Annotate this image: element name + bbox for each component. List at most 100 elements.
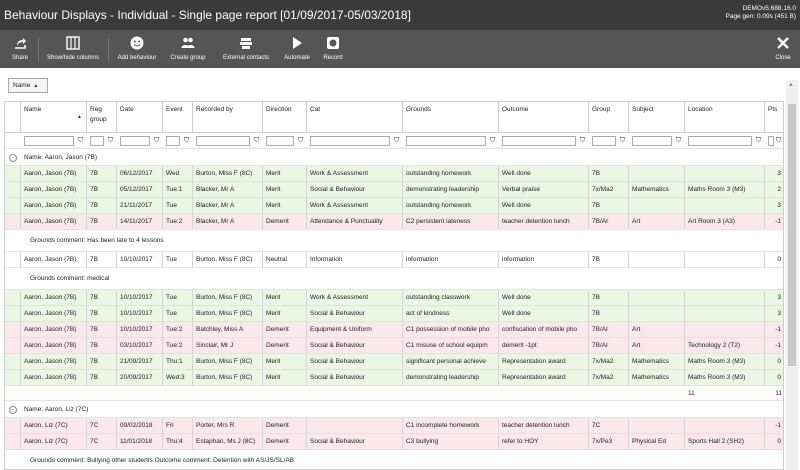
cell-grounds: C1 misuse of school equipm — [403, 338, 499, 354]
version-info: DEMOv5.688.16.0 Page gen: 0.09s (451 B) — [726, 5, 796, 21]
filter-icon[interactable]: ⛉ — [488, 136, 497, 146]
cell-direction: Merit — [263, 166, 307, 182]
row-select-cell[interactable] — [5, 322, 21, 338]
scrollbar-thumb[interactable] — [788, 104, 796, 366]
cell-grounds: act of kindness — [403, 306, 499, 322]
row-select-cell[interactable] — [5, 252, 21, 268]
filter-input-cat[interactable] — [310, 136, 390, 146]
column-header-reg-group[interactable]: Reg group — [87, 102, 117, 132]
filter-icon[interactable]: ⛉ — [152, 136, 161, 146]
filter-input-reg-group[interactable] — [90, 136, 104, 146]
external-contacts-button[interactable]: External contacts — [218, 35, 274, 65]
column-header-location[interactable]: Location — [685, 102, 765, 132]
column-header-grounds[interactable]: Grounds — [403, 102, 499, 132]
table-row[interactable]: Aaron, Jason (7B) 7B 10/10/2017 Tue:2 Batchl… — [5, 322, 783, 338]
filter-icon[interactable]: ⛉ — [76, 136, 85, 146]
cell-cat: Social & Behaviour — [307, 370, 403, 386]
row-select-cell[interactable] — [5, 214, 21, 230]
table-row[interactable]: Aaron, Jason (7B) 7B 06/12/2017 Wed Burton, … — [5, 166, 783, 182]
column-header-direction[interactable]: Direction — [263, 102, 307, 132]
cell-reg-group: 7B — [87, 252, 117, 268]
group-by-chip[interactable]: Name ▲ — [8, 78, 48, 93]
column-header-cat[interactable]: Cat — [307, 102, 403, 132]
filter-icon[interactable]: ⛉ — [182, 136, 191, 146]
table-row[interactable]: Aaron, Jason (7B) 7B 21/09/2017 Thu:1 Burton… — [5, 354, 783, 370]
column-header-date[interactable]: Date — [117, 102, 163, 132]
show-hide-columns-button[interactable]: Show/hide columns — [44, 35, 102, 65]
collapse-icon[interactable]: − — [9, 154, 17, 162]
row-select-cell[interactable] — [5, 370, 21, 386]
row-select-cell[interactable] — [5, 418, 21, 434]
cell-date: 11/01/2018 — [117, 434, 163, 450]
cell-event: Wed — [163, 166, 193, 182]
filter-input-outcome[interactable] — [502, 136, 576, 146]
add-behaviour-button[interactable]: Add behaviour — [114, 35, 160, 65]
version-text: DEMOv5.688.16.0 — [742, 5, 796, 12]
automate-button[interactable]: Automate — [281, 35, 313, 65]
cell-cat: Work & Assessment — [307, 290, 403, 306]
table-row[interactable]: Aaron, Jason (7B) 7B 10/10/2017 Tue Burton, … — [5, 306, 783, 322]
table-row[interactable]: Aaron, Jason (7B) 7B 05/12/2017 Tue:1 Blacke… — [5, 182, 783, 198]
column-header-event[interactable]: Event — [163, 102, 193, 132]
column-header-outcome[interactable]: Outcome — [499, 102, 589, 132]
close-button[interactable]: Close — [770, 35, 796, 65]
filter-icon[interactable]: ⛉ — [392, 136, 401, 146]
table-row[interactable]: Aaron, Liz (7C) 7C 11/01/2018 Thu:4 Estaphan… — [5, 434, 783, 450]
column-header-pts[interactable]: Pts — [765, 102, 783, 132]
column-header-name[interactable]: Name ▲ — [21, 102, 87, 132]
filter-input-direction[interactable] — [266, 136, 294, 146]
filter-input-grounds[interactable] — [406, 136, 486, 146]
create-group-button[interactable]: Create group — [166, 35, 210, 65]
filter-input-recorded-by[interactable] — [196, 136, 250, 146]
row-select-cell[interactable] — [5, 354, 21, 370]
cell-reg-group: 7B — [87, 354, 117, 370]
table-row[interactable]: Aaron, Liz (7C) 7C 09/02/2018 Fri Porter, Mr… — [5, 418, 783, 434]
table-row[interactable]: Aaron, Jason (7B) 7B 14/11/2017 Tue:2 Blacke… — [5, 214, 783, 230]
table-row[interactable]: Aaron, Jason (7B) 7B 10/10/2017 Tue Burton, … — [5, 252, 783, 268]
cell-subject — [629, 252, 685, 268]
row-select-cell[interactable] — [5, 198, 21, 214]
sort-asc-icon: ▲ — [77, 114, 82, 120]
close-icon — [770, 35, 796, 53]
filter-input-event[interactable] — [166, 136, 180, 146]
row-select-cell[interactable] — [5, 290, 21, 306]
cell-name: Aaron, Jason (7B) — [21, 322, 87, 338]
filter-icon[interactable]: ⛉ — [106, 136, 115, 146]
row-select-cell[interactable] — [5, 306, 21, 322]
filter-input-date[interactable] — [120, 136, 150, 146]
group-header-row[interactable]: − Name: Aaron, Jason (7B) — [5, 150, 783, 166]
table-row[interactable]: Aaron, Jason (7B) 7B 10/10/2017 Tue Burton, … — [5, 290, 783, 306]
table-row[interactable]: Aaron, Jason (7B) 7B 03/10/2017 Tue:2 Sincla… — [5, 338, 783, 354]
filter-icon[interactable]: ⛉ — [578, 136, 587, 146]
filter-icon[interactable]: ⛉ — [754, 136, 763, 146]
row-select-cell[interactable] — [5, 182, 21, 198]
row-select-cell[interactable] — [5, 338, 21, 354]
filter-input-name[interactable] — [24, 136, 74, 146]
filter-icon[interactable]: ⛉ — [252, 136, 261, 146]
cell-cat: Social & Behaviour — [307, 182, 403, 198]
cell-outcome: Well done — [499, 306, 589, 322]
filter-input-location[interactable] — [688, 136, 752, 146]
vertical-scrollbar[interactable]: ▲ — [786, 80, 798, 470]
filter-input-subject[interactable] — [632, 136, 672, 146]
filter-icon[interactable]: ⛉ — [618, 136, 627, 146]
group-header-row[interactable]: − Name: Aaron, Liz (7C) — [5, 402, 783, 418]
column-header-subject[interactable]: Subject — [629, 102, 685, 132]
row-select-cell[interactable] — [5, 434, 21, 450]
row-select-cell[interactable] — [5, 166, 21, 182]
cell-direction: Demerit — [263, 322, 307, 338]
filter-icon[interactable]: ⛉ — [674, 136, 683, 146]
column-header-recorded-by[interactable]: Recorded by — [193, 102, 263, 132]
table-row[interactable]: Aaron, Jason (7B) 7B 21/11/2017 Tue Blacker,… — [5, 198, 783, 214]
collapse-icon[interactable]: − — [9, 406, 17, 414]
cell-recorded-by: Blacker, Mr A — [193, 198, 263, 214]
filter-icon[interactable]: ⛉ — [296, 136, 305, 146]
column-header-group[interactable]: Group — [589, 102, 629, 132]
record-button[interactable]: Record — [319, 35, 347, 65]
cell-event: Tue:2 — [163, 214, 193, 230]
share-button[interactable]: Share — [6, 35, 34, 65]
filter-input-group[interactable] — [592, 136, 616, 146]
filter-icon[interactable]: ⛉ — [774, 136, 783, 146]
cell-pts: 3 — [765, 290, 783, 306]
table-row[interactable]: Aaron, Jason (7B) 7B 20/09/2017 Wed:3 Burton… — [5, 370, 783, 386]
